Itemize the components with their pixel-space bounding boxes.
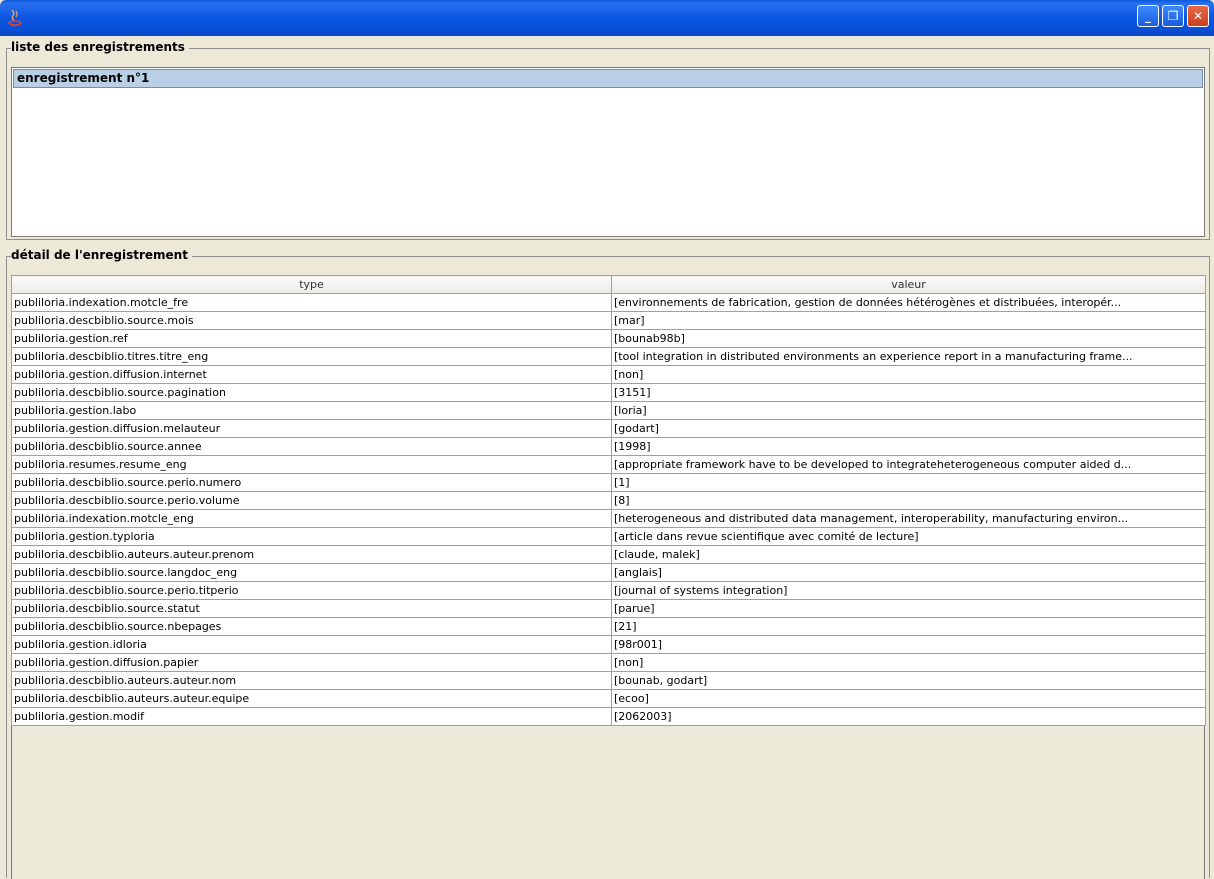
records-group: liste des enregistrements enregistrement… bbox=[6, 39, 1210, 240]
cell-value[interactable]: [ecoo] bbox=[611, 689, 1206, 708]
cell-value[interactable]: [bounab, godart] bbox=[611, 671, 1206, 690]
list-item-record-1[interactable]: enregistrement n°1 bbox=[13, 69, 1203, 88]
table-row[interactable]: publiloria.gestion.modif [2062003] bbox=[11, 707, 1206, 726]
title-bar[interactable]: _ ❐ ✕ bbox=[0, 0, 1214, 36]
cell-value[interactable]: [21] bbox=[611, 617, 1206, 636]
table-row[interactable]: publiloria.descbiblio.auteurs.auteur.nom… bbox=[11, 671, 1206, 690]
column-header-valeur[interactable]: valeur bbox=[611, 275, 1206, 294]
column-header-type[interactable]: type bbox=[11, 275, 612, 294]
cell-value[interactable]: [8] bbox=[611, 491, 1206, 510]
cell-type[interactable]: publiloria.descbiblio.source.statut bbox=[11, 599, 612, 618]
table-row[interactable]: publiloria.descbiblio.titres.titre_eng [t… bbox=[11, 347, 1206, 366]
detail-table-container[interactable]: type valeur publiloria.indexation.motcle… bbox=[11, 275, 1206, 879]
table-row[interactable]: publiloria.descbiblio.source.pagination[… bbox=[11, 383, 1206, 402]
table-row[interactable]: publiloria.descbiblio.source.perio.titpe… bbox=[11, 581, 1206, 600]
cell-type[interactable]: publiloria.gestion.diffusion.melauteur bbox=[11, 419, 612, 438]
cell-value[interactable]: [journal of systems integration] bbox=[611, 581, 1206, 600]
cell-value[interactable]: [heterogeneous and distributed data mana… bbox=[611, 509, 1206, 528]
cell-type[interactable]: publiloria.descbiblio.source.perio.titpe… bbox=[11, 581, 612, 600]
cell-value[interactable]: [mar] bbox=[611, 311, 1206, 330]
table-row[interactable]: publiloria.descbiblio.source.nbepages [21… bbox=[11, 617, 1206, 636]
table-row[interactable]: publiloria.gestion.diffusion.melauteur [g… bbox=[11, 419, 1206, 438]
table-row[interactable]: publiloria.indexation.motcle_fre [environ… bbox=[11, 293, 1206, 312]
cell-type[interactable]: publiloria.gestion.ref bbox=[11, 329, 612, 348]
cell-type[interactable]: publiloria.descbiblio.source.langdoc_eng bbox=[11, 563, 612, 582]
detail-group: détail de l'enregistrement type valeur p… bbox=[6, 247, 1210, 879]
cell-value[interactable]: [1] bbox=[611, 473, 1206, 492]
table-row[interactable]: publiloria.descbiblio.auteurs.auteur.pre… bbox=[11, 545, 1206, 564]
cell-type[interactable]: publiloria.descbiblio.source.pagination bbox=[11, 383, 612, 402]
cell-value[interactable]: [claude, malek] bbox=[611, 545, 1206, 564]
cell-value[interactable]: [1998] bbox=[611, 437, 1206, 456]
table-row[interactable]: publiloria.gestion.labo [loria] bbox=[11, 401, 1206, 420]
table-row[interactable]: publiloria.gestion.diffusion.internet [no… bbox=[11, 365, 1206, 384]
cell-value[interactable]: [parue] bbox=[611, 599, 1206, 618]
cell-value[interactable]: [tool integration in distributed environ… bbox=[611, 347, 1206, 366]
cell-type[interactable]: publiloria.descbiblio.auteurs.auteur.pre… bbox=[11, 545, 612, 564]
cell-type[interactable]: publiloria.indexation.motcle_fre bbox=[11, 293, 612, 312]
cell-type[interactable]: publiloria.descbiblio.titres.titre_eng bbox=[11, 347, 612, 366]
table-row[interactable]: publiloria.descbiblio.source.langdoc_eng… bbox=[11, 563, 1206, 582]
table-row[interactable]: publiloria.descbiblio.source.perio.volum… bbox=[11, 491, 1206, 510]
maximize-button[interactable]: ❐ bbox=[1162, 5, 1184, 27]
table-row[interactable]: publiloria.resumes.resume_eng [appropriat… bbox=[11, 455, 1206, 474]
cell-value[interactable]: [environnements de fabrication, gestion … bbox=[611, 293, 1206, 312]
cell-type[interactable]: publiloria.gestion.diffusion.internet bbox=[11, 365, 612, 384]
table-row[interactable]: publiloria.descbiblio.source.mois [mar] bbox=[11, 311, 1206, 330]
cell-type[interactable]: publiloria.descbiblio.source.mois bbox=[11, 311, 612, 330]
minimize-button[interactable]: _ bbox=[1137, 5, 1159, 27]
cell-type[interactable]: publiloria.gestion.labo bbox=[11, 401, 612, 420]
table-header-row: type valeur bbox=[11, 275, 1206, 294]
table-row[interactable]: publiloria.indexation.motcle_eng [heterog… bbox=[11, 509, 1206, 528]
cell-value[interactable]: [loria] bbox=[611, 401, 1206, 420]
cell-type[interactable]: publiloria.descbiblio.source.perio.numer… bbox=[11, 473, 612, 492]
cell-type[interactable]: publiloria.descbiblio.source.nbepages bbox=[11, 617, 612, 636]
cell-type[interactable]: publiloria.gestion.diffusion.papier bbox=[11, 653, 612, 672]
table-row[interactable]: publiloria.descbiblio.source.annee [1998] bbox=[11, 437, 1206, 456]
table-row[interactable]: publiloria.gestion.diffusion.papier [non] bbox=[11, 653, 1206, 672]
cell-type[interactable]: publiloria.descbiblio.source.annee bbox=[11, 437, 612, 456]
table-row[interactable]: publiloria.descbiblio.source.statut [paru… bbox=[11, 599, 1206, 618]
table-row[interactable]: publiloria.gestion.ref [bounab98b] bbox=[11, 329, 1206, 348]
table-row[interactable]: publiloria.descbiblio.source.perio.numer… bbox=[11, 473, 1206, 492]
cell-value[interactable]: [bounab98b] bbox=[611, 329, 1206, 348]
cell-type[interactable]: publiloria.descbiblio.auteurs.auteur.nom bbox=[11, 671, 612, 690]
cell-type[interactable]: publiloria.gestion.modif bbox=[11, 707, 612, 726]
detail-table[interactable]: type valeur publiloria.indexation.motcle… bbox=[11, 275, 1206, 726]
cell-type[interactable]: publiloria.gestion.typloria bbox=[11, 527, 612, 546]
close-button[interactable]: ✕ bbox=[1187, 5, 1209, 27]
cell-value[interactable]: [non] bbox=[611, 653, 1206, 672]
records-list[interactable]: enregistrement n°1 bbox=[11, 67, 1205, 237]
cell-type[interactable]: publiloria.gestion.idloria bbox=[11, 635, 612, 654]
table-row[interactable]: publiloria.gestion.typloria [article dans… bbox=[11, 527, 1206, 546]
detail-group-title: détail de l'enregistrement bbox=[11, 247, 192, 263]
table-row[interactable]: publiloria.gestion.idloria [98r001] bbox=[11, 635, 1206, 654]
cell-type[interactable]: publiloria.descbiblio.source.perio.volum… bbox=[11, 491, 612, 510]
cell-type[interactable]: publiloria.indexation.motcle_eng bbox=[11, 509, 612, 528]
cell-value[interactable]: [anglais] bbox=[611, 563, 1206, 582]
cell-value[interactable]: [appropriate framework have to be develo… bbox=[611, 455, 1206, 474]
java-icon[interactable] bbox=[6, 8, 24, 28]
records-group-title: liste des enregistrements bbox=[11, 39, 189, 55]
table-row[interactable]: publiloria.descbiblio.auteurs.auteur.equ… bbox=[11, 689, 1206, 708]
cell-value[interactable]: [article dans revue scientifique avec co… bbox=[611, 527, 1206, 546]
cell-value[interactable]: [3151] bbox=[611, 383, 1206, 402]
cell-type[interactable]: publiloria.resumes.resume_eng bbox=[11, 455, 612, 474]
cell-value[interactable]: [98r001] bbox=[611, 635, 1206, 654]
cell-value[interactable]: [godart] bbox=[611, 419, 1206, 438]
cell-value[interactable]: [non] bbox=[611, 365, 1206, 384]
cell-type[interactable]: publiloria.descbiblio.auteurs.auteur.equ… bbox=[11, 689, 612, 708]
cell-value[interactable]: [2062003] bbox=[611, 707, 1206, 726]
